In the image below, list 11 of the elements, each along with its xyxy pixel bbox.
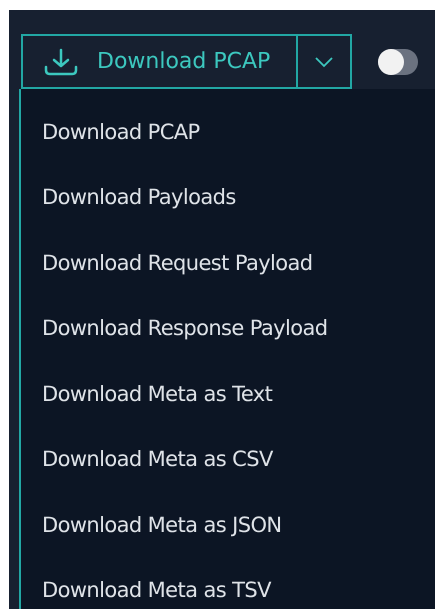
menu-item[interactable]: Download Meta as CSV [21, 426, 435, 492]
menu-item[interactable]: Download Response Payload [21, 296, 435, 361]
menu-item[interactable]: Download Meta as JSON [21, 492, 435, 558]
caret-icon [314, 56, 334, 68]
toggle-switch[interactable] [378, 48, 418, 74]
menu-item[interactable]: Download Request Payload [21, 230, 435, 296]
menu-item[interactable]: Download Payloads [21, 164, 435, 230]
download-icon [43, 46, 79, 76]
menu-item[interactable]: Download PCAP [21, 99, 435, 164]
menu-item[interactable]: Download Meta as Text [21, 361, 435, 426]
menu-item[interactable]: Download Meta as TSV [21, 558, 435, 609]
